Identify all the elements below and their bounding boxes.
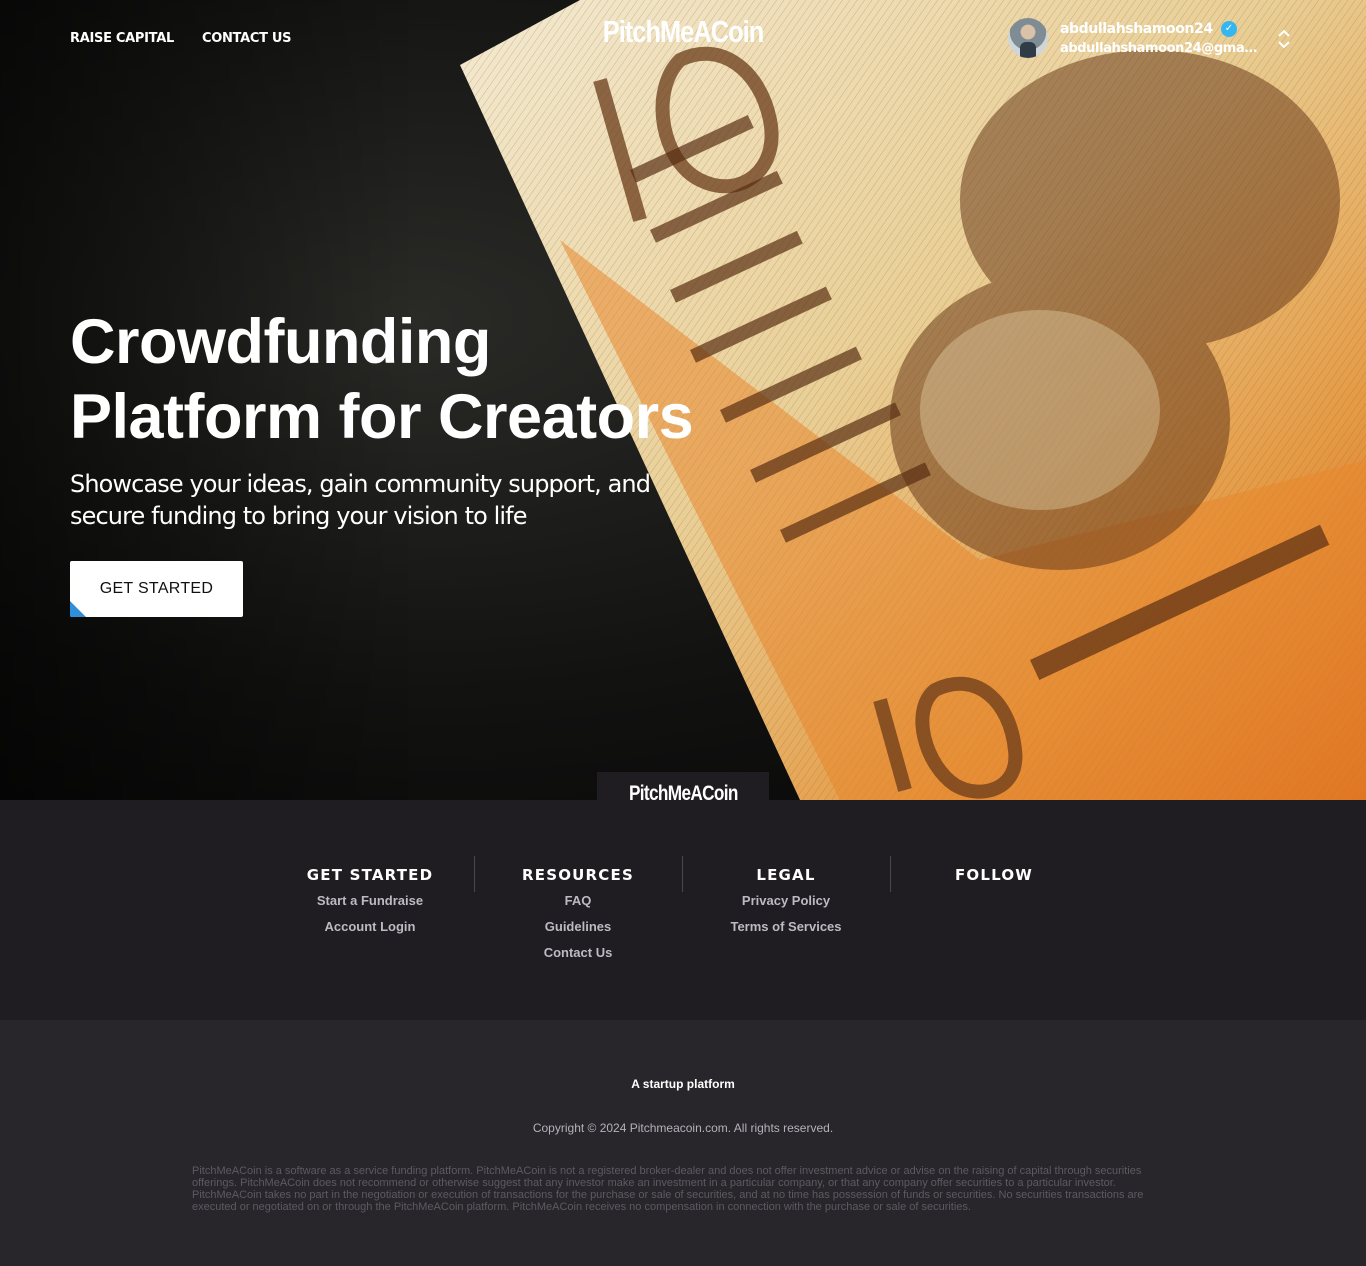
footer-col-resources: RESOURCES FAQ Guidelines Contact Us bbox=[474, 856, 682, 970]
column-divider bbox=[474, 856, 475, 892]
hero-headline: Crowdfunding Platform for Creators bbox=[70, 305, 730, 455]
user-info: abdullahshamoon24 ✓ abdullahshamoon24@gm… bbox=[1060, 20, 1258, 56]
guidelines-link[interactable]: Guidelines bbox=[545, 919, 611, 934]
footer-col-legal: LEGAL Privacy Policy Terms of Services bbox=[682, 856, 890, 970]
footer-tagline: A startup platform bbox=[631, 1077, 735, 1091]
avatar bbox=[1008, 18, 1048, 58]
user-menu[interactable]: abdullahshamoon24 ✓ abdullahshamoon24@gm… bbox=[1008, 18, 1258, 58]
footer-columns: GET STARTED Start a Fundraise Account Lo… bbox=[266, 856, 1098, 970]
headline-line-1: Crowdfunding bbox=[70, 307, 491, 377]
footer-col-title: FOLLOW bbox=[954, 866, 1034, 884]
chevron-up-down-icon[interactable] bbox=[1277, 28, 1291, 50]
footer-col-title: GET STARTED bbox=[306, 866, 434, 884]
verified-check-icon: ✓ bbox=[1220, 20, 1237, 37]
column-divider bbox=[682, 856, 683, 892]
privacy-policy-link[interactable]: Privacy Policy bbox=[742, 893, 830, 908]
faq-link[interactable]: FAQ bbox=[565, 893, 592, 908]
hero-subheading: Showcase your ideas, gain community supp… bbox=[70, 470, 651, 530]
footer-links-section: GET STARTED Start a Fundraise Account Lo… bbox=[0, 800, 1366, 1020]
copyright-text: Copyright © 2024 Pitchmeacoin.com. All r… bbox=[532, 1121, 834, 1135]
user-name-row: abdullahshamoon24 ✓ bbox=[1060, 20, 1258, 37]
footer-bottom: A startup platform Copyright © 2024 Pitc… bbox=[0, 1020, 1366, 1266]
hero-section: RAISE CAPITAL CONTACT US PitchMeACoin ab… bbox=[0, 0, 1366, 800]
footer-col-title: LEGAL bbox=[756, 866, 816, 884]
footer-col-follow: FOLLOW bbox=[890, 856, 1098, 970]
footer-col-get-started: GET STARTED Start a Fundraise Account Lo… bbox=[266, 856, 474, 970]
terms-of-services-link[interactable]: Terms of Services bbox=[730, 919, 841, 934]
account-login-link[interactable]: Account Login bbox=[325, 919, 416, 934]
legal-disclaimer: PitchMeACoin is a software as a service … bbox=[192, 1165, 1144, 1213]
footer-col-title: RESOURCES bbox=[522, 866, 634, 884]
footer-logo-tab[interactable]: PitchMeACoin bbox=[597, 772, 769, 800]
user-email: abdullahshamoon24@gmail.c... bbox=[1060, 40, 1258, 56]
start-fundraise-link[interactable]: Start a Fundraise bbox=[317, 893, 423, 908]
footer-logo: PitchMeACoin bbox=[628, 782, 739, 800]
headline-line-2: Platform for Creators bbox=[70, 382, 694, 452]
column-divider bbox=[890, 856, 891, 892]
username: abdullahshamoon24 bbox=[1060, 20, 1213, 37]
get-started-button[interactable]: GET STARTED bbox=[70, 561, 243, 617]
footer-contact-us-link[interactable]: Contact Us bbox=[544, 945, 613, 960]
